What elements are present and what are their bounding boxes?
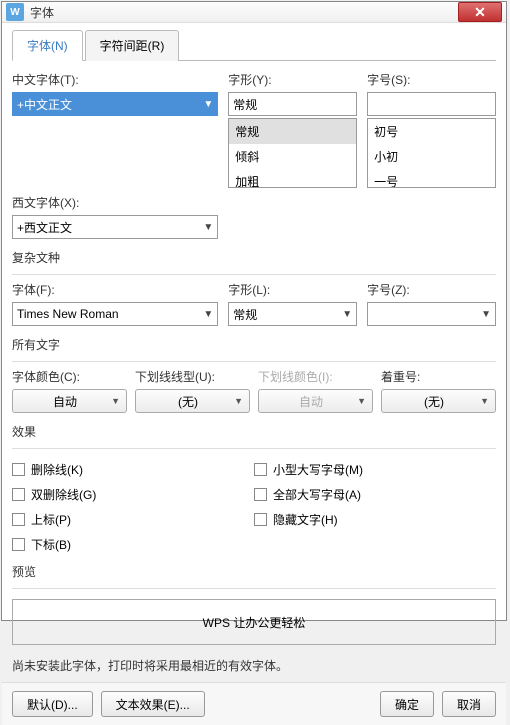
color-combo[interactable]: 自动 ▼ xyxy=(12,389,127,413)
emphasis-combo[interactable]: (无) ▼ xyxy=(381,389,496,413)
dropdown-arrow-icon: ▼ xyxy=(203,309,213,320)
size-option[interactable]: 一号 xyxy=(368,169,495,188)
dropdown-arrow-icon: ▼ xyxy=(480,396,489,406)
cb-superscript[interactable]: 上标(P) xyxy=(12,511,254,528)
size-input[interactable] xyxy=(367,92,496,116)
checkbox-icon xyxy=(12,463,25,476)
size-label: 字号(S): xyxy=(367,71,496,88)
preview-box: WPS 让办公更轻松 xyxy=(12,599,496,645)
dropdown-arrow-icon: ▼ xyxy=(111,396,120,406)
underline-combo[interactable]: (无) ▼ xyxy=(135,389,250,413)
app-icon: W xyxy=(6,3,24,21)
underline-value: (无) xyxy=(142,393,234,410)
preview-text: WPS 让办公更轻松 xyxy=(203,614,306,631)
style-option[interactable]: 加粗 xyxy=(229,169,356,188)
complex-style-value: 常规 xyxy=(233,306,257,323)
checkbox-icon xyxy=(12,538,25,551)
effects-title: 效果 xyxy=(12,423,496,440)
complex-font-combo[interactable]: Times New Roman ▼ xyxy=(12,302,218,326)
style-option[interactable]: 常规 xyxy=(229,119,356,144)
underline-label: 下划线线型(U): xyxy=(135,368,250,385)
cb-hidden[interactable]: 隐藏文字(H) xyxy=(254,511,496,528)
emphasis-value: (无) xyxy=(388,393,480,410)
cb-double-strike[interactable]: 双删除线(G) xyxy=(12,486,254,503)
complex-font-value: Times New Roman xyxy=(17,307,119,321)
style-input[interactable]: 常规 xyxy=(228,92,357,116)
font-dialog: W 字体 ✕ 字体(N) 字符间距(R) 中文字体(T): +中文正文 ▼ 字形… xyxy=(1,1,507,621)
dropdown-arrow-icon: ▼ xyxy=(234,396,243,406)
dropdown-arrow-icon: ▼ xyxy=(342,309,352,320)
cancel-button[interactable]: 取消 xyxy=(442,691,496,717)
window-title: 字体 xyxy=(30,4,458,21)
tab-spacing[interactable]: 字符间距(R) xyxy=(85,30,180,61)
cb-subscript[interactable]: 下标(B) xyxy=(12,536,254,553)
color-value: 自动 xyxy=(19,393,111,410)
style-listbox[interactable]: 常规 倾斜 加粗 xyxy=(228,118,357,188)
tab-font[interactable]: 字体(N) xyxy=(12,30,83,61)
titlebar: W 字体 ✕ xyxy=(2,2,506,23)
size-listbox[interactable]: 初号 小初 一号 xyxy=(367,118,496,188)
cn-font-label: 中文字体(T): xyxy=(12,71,218,88)
en-font-label: 西文字体(X): xyxy=(12,194,218,211)
complex-title: 复杂文种 xyxy=(12,249,496,266)
ok-button[interactable]: 确定 xyxy=(380,691,434,717)
en-font-combo[interactable]: +西文正文 ▼ xyxy=(12,215,218,239)
cb-all-caps[interactable]: 全部大写字母(A) xyxy=(254,486,496,503)
preview-title: 预览 xyxy=(12,563,496,580)
checkbox-icon xyxy=(12,513,25,526)
color-label: 字体颜色(C): xyxy=(12,368,127,385)
style-label: 字形(Y): xyxy=(228,71,357,88)
dropdown-arrow-icon: ▼ xyxy=(203,99,213,110)
checkbox-icon xyxy=(254,513,267,526)
alltext-title: 所有文字 xyxy=(12,336,496,353)
checkbox-icon xyxy=(254,488,267,501)
style-value: 常规 xyxy=(233,96,257,113)
dialog-body: 字体(N) 字符间距(R) 中文字体(T): +中文正文 ▼ 字形(Y): 常规 xyxy=(2,23,506,682)
emphasis-label: 着重号: xyxy=(381,368,496,385)
dropdown-arrow-icon: ▼ xyxy=(203,222,213,233)
ucolor-combo: 自动 ▼ xyxy=(258,389,373,413)
cn-font-value: +中文正文 xyxy=(17,96,72,113)
dropdown-arrow-icon: ▼ xyxy=(357,396,366,406)
en-font-value: +西文正文 xyxy=(17,219,72,236)
size-option[interactable]: 初号 xyxy=(368,119,495,144)
complex-style-combo[interactable]: 常规 ▼ xyxy=(228,302,357,326)
close-button[interactable]: ✕ xyxy=(458,2,502,22)
complex-size-combo[interactable]: ▼ xyxy=(367,302,496,326)
ucolor-value: 自动 xyxy=(265,393,357,410)
style-option[interactable]: 倾斜 xyxy=(229,144,356,169)
complex-style-label: 字形(L): xyxy=(228,281,357,298)
tabs: 字体(N) 字符间距(R) xyxy=(12,29,496,61)
cb-strike[interactable]: 删除线(K) xyxy=(12,461,254,478)
size-option[interactable]: 小初 xyxy=(368,144,495,169)
ucolor-label: 下划线颜色(I): xyxy=(258,368,373,385)
complex-font-label: 字体(F): xyxy=(12,281,218,298)
checkbox-icon xyxy=(12,488,25,501)
checkbox-icon xyxy=(254,463,267,476)
cn-font-combo[interactable]: +中文正文 ▼ xyxy=(12,92,218,116)
default-button[interactable]: 默认(D)... xyxy=(12,691,93,717)
dropdown-arrow-icon: ▼ xyxy=(481,309,491,320)
font-note: 尚未安装此字体，打印时将采用最相近的有效字体。 xyxy=(12,657,496,674)
complex-size-label: 字号(Z): xyxy=(367,281,496,298)
text-effects-button[interactable]: 文本效果(E)... xyxy=(101,691,205,717)
footer: 默认(D)... 文本效果(E)... 确定 取消 xyxy=(2,682,506,725)
cb-small-caps[interactable]: 小型大写字母(M) xyxy=(254,461,496,478)
